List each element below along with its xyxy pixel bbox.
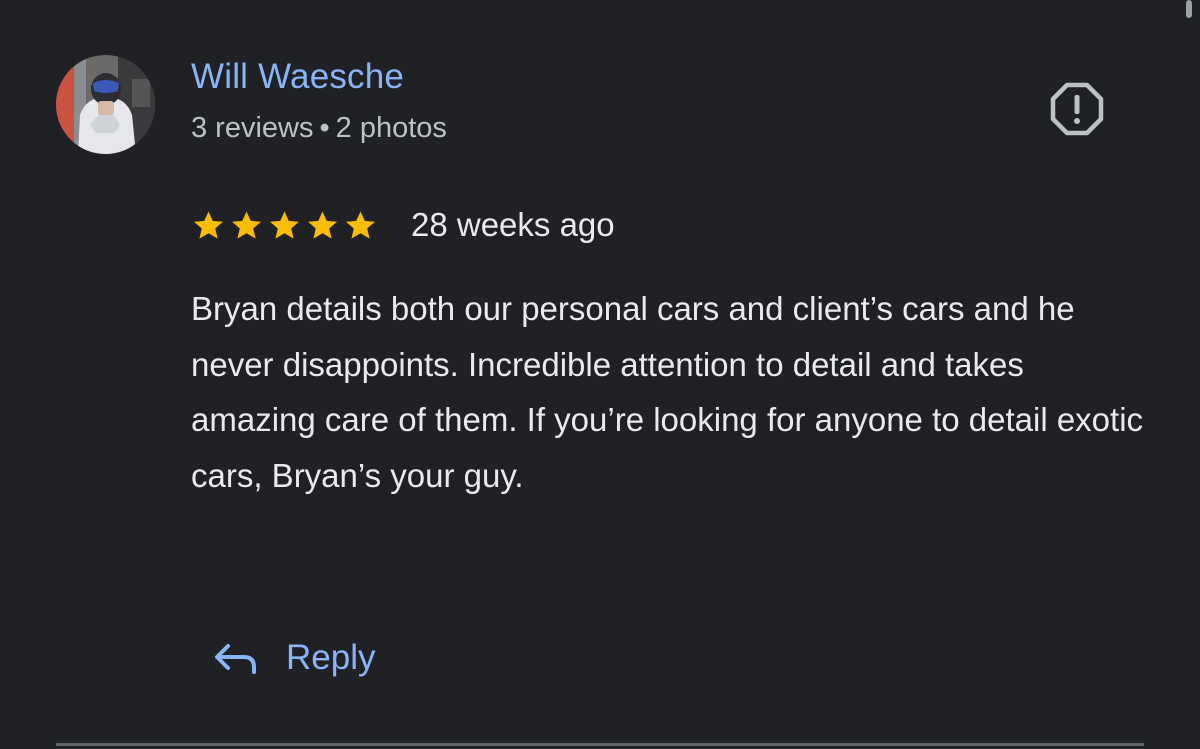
meta-separator: •: [319, 112, 330, 144]
reply-arrow-icon: [212, 642, 258, 674]
review-card: Will Waesche 3 reviews • 2 photos 28 weeks…: [0, 0, 1200, 749]
star-icon: [268, 209, 301, 242]
report-octagon-icon: [1050, 82, 1104, 136]
report-button[interactable]: [1048, 80, 1106, 138]
reply-label: Reply: [286, 638, 376, 677]
avatar[interactable]: [56, 55, 155, 154]
star-icon: [306, 209, 339, 242]
star-rating: [192, 209, 377, 242]
reviews-count: 3 reviews: [191, 112, 314, 144]
author-stats: 3 reviews • 2 photos: [191, 112, 447, 145]
star-icon: [344, 209, 377, 242]
photos-count: 2 photos: [335, 112, 447, 144]
star-icon: [230, 209, 263, 242]
rating-row: 28 weeks ago: [192, 205, 615, 245]
reply-button[interactable]: Reply: [212, 630, 375, 686]
author-name[interactable]: Will Waesche: [191, 57, 404, 97]
scrollbar[interactable]: [1186, 0, 1192, 18]
star-icon: [192, 209, 225, 242]
review-date: 28 weeks ago: [411, 206, 615, 243]
review-text: Bryan details both our personal cars and…: [191, 290, 1144, 494]
divider: [56, 743, 1144, 746]
